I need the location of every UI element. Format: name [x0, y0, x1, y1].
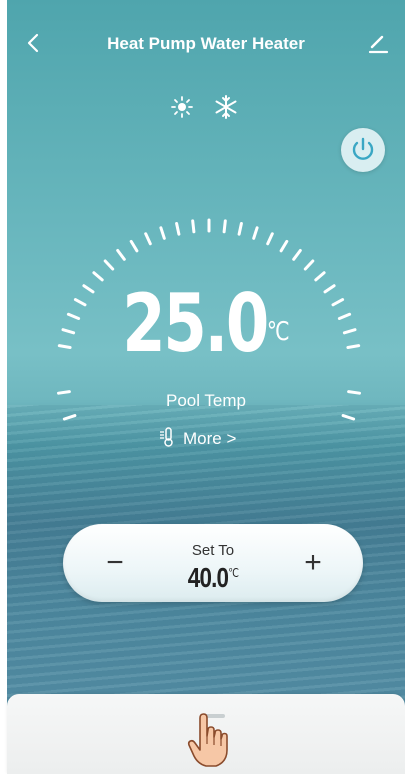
- setpoint-number: 40.0: [187, 562, 229, 593]
- page-title: Heat Pump Water Heater: [107, 34, 305, 53]
- dial-tick: [191, 219, 196, 234]
- current-temperature: 25.0℃: [51, 282, 361, 366]
- current-temperature-value: 25.0: [122, 277, 269, 370]
- edit-icon: [368, 35, 389, 54]
- dial-tick: [116, 249, 126, 261]
- dial-tick: [129, 239, 139, 253]
- dial-tick: [159, 226, 166, 240]
- dial-tick: [252, 226, 259, 240]
- increase-button[interactable]: +: [293, 543, 333, 583]
- dial-tick: [92, 271, 104, 282]
- hand-pointer-icon: [187, 713, 228, 767]
- dial-tick: [266, 232, 274, 246]
- thermometer-icon: [157, 426, 179, 453]
- dial-tick: [175, 222, 181, 236]
- sun-icon: [171, 96, 193, 118]
- app-screen: Heat Pump Water Heater 25.0℃ Pool Temp M…: [7, 0, 405, 769]
- pool-temp-label: Pool Temp: [165, 391, 246, 410]
- dial-tick: [292, 249, 302, 261]
- dial-tick: [279, 239, 289, 253]
- setpoint-control: − Set To 40.0℃ +: [63, 524, 363, 602]
- edit-button[interactable]: [365, 30, 391, 56]
- current-temperature-unit: ℃: [266, 317, 290, 347]
- snowflake-icon: [215, 95, 237, 119]
- mode-indicators: [167, 92, 247, 122]
- dial-tick: [237, 222, 243, 236]
- power-icon: [352, 137, 374, 160]
- header: Heat Pump Water Heater: [7, 26, 405, 62]
- setpoint-unit: ℃: [228, 566, 239, 580]
- power-button[interactable]: [341, 128, 385, 172]
- dial-tick: [303, 259, 315, 271]
- dial-tick: [341, 414, 356, 421]
- dial-tick: [62, 414, 77, 421]
- dial-tick: [103, 259, 115, 271]
- more-label: More >: [183, 428, 237, 448]
- dial-tick: [314, 271, 326, 282]
- more-link[interactable]: More >: [157, 426, 267, 450]
- dial-tick: [222, 219, 227, 234]
- dial-tick: [144, 232, 152, 246]
